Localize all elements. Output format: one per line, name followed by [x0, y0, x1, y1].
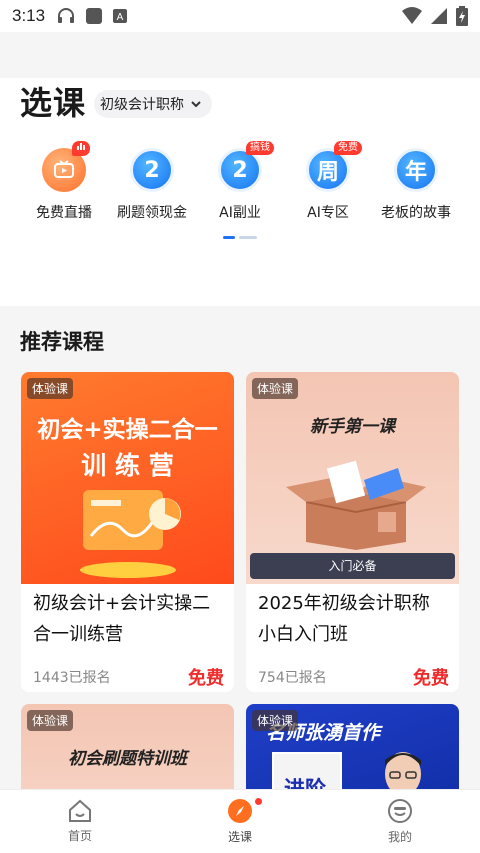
status-bar: 3:13 A: [0, 0, 480, 32]
tab-profile[interactable]: 我的: [320, 790, 480, 853]
tab-label: 选课: [227, 830, 252, 844]
quick-link-label: 老板的故事: [381, 205, 451, 221]
header-area: 选课 初级会计职称 免费直播 2 刷题领现金 2 搞钱 AI副业 周 免费 AI…: [0, 78, 480, 306]
level-selector[interactable]: 初级会计职称: [94, 90, 213, 118]
home-icon: [69, 799, 91, 822]
chart-illustration-icon: [80, 490, 181, 578]
quick-link-badge: 搞钱: [246, 141, 274, 155]
thumbnail-text: 初会+实操二合一: [37, 417, 218, 443]
thumbnail-text: 新手第一课: [310, 417, 395, 437]
live-badge-icon: [72, 141, 90, 156]
enrolled-count: 754已报名: [258, 670, 327, 686]
trial-tag: 体验课: [27, 378, 74, 399]
carousel-indicator: [20, 236, 460, 239]
battery-icon: [456, 6, 468, 26]
gift-box-illustration-icon: [286, 460, 426, 550]
carousel-dot: [239, 236, 257, 239]
course-thumbnail: 体验课 初会+实操二合一 训 练 营: [21, 372, 234, 584]
quick-link-ai-sideline[interactable]: 2 搞钱 AI副业: [196, 141, 284, 222]
quick-link-label: 免费直播: [36, 205, 92, 221]
course-thumbnail: 体验课 新手第一课 入门必备: [246, 372, 459, 584]
course-card[interactable]: 体验课 新手第一课 入门必备 2025年初级会计职称 小白入门班 754已报名 …: [246, 372, 459, 692]
number-2-icon: 2: [130, 148, 174, 192]
quick-link-label: AI专区: [307, 205, 349, 221]
level-selector-label: 初级会计职称: [100, 97, 185, 113]
course-price: 免费: [188, 668, 224, 689]
enrolled-count: 1443已报名: [33, 670, 111, 686]
course-grid: 体验课 初会+实操二合一 训 练 营 初级会计+会计实操二合一训练营 1443已…: [0, 372, 480, 853]
font-a-icon: A: [113, 9, 128, 23]
thumbnail-text: 初会刷题特训班: [68, 749, 187, 769]
profile-icon: [388, 799, 412, 823]
page-title: 选课: [20, 84, 87, 122]
course-price: 免费: [413, 668, 449, 689]
trial-tag: 体验课: [252, 378, 299, 399]
compass-icon: [228, 799, 252, 823]
wifi-icon: [402, 7, 422, 24]
quick-links: 免费直播 2 刷题领现金 2 搞钱 AI副业 周 免费 AI专区 年 老板的故事: [20, 141, 460, 222]
tab-courses[interactable]: 选课: [160, 790, 320, 853]
quick-link-label: AI副业: [219, 205, 261, 221]
trial-tag: 体验课: [252, 710, 299, 731]
chevron-down-icon: [191, 101, 201, 108]
course-title: 初级会计+会计实操二合一训练营: [33, 593, 211, 645]
quick-link-ai-zone[interactable]: 周 免费 AI专区: [284, 141, 372, 222]
tab-label: 我的: [387, 830, 412, 844]
notification-dot: [255, 798, 262, 805]
headset-icon: [58, 8, 75, 23]
quick-link-boss-story[interactable]: 年 老板的故事: [372, 148, 460, 222]
quick-link-label: 刷题领现金: [117, 205, 187, 221]
year-icon: 年: [394, 148, 438, 192]
thumbnail-banner: 入门必备: [250, 553, 455, 579]
quick-link-free-live[interactable]: 免费直播: [20, 141, 108, 222]
carousel-dot-active: [223, 236, 235, 239]
course-card[interactable]: 体验课 初会+实操二合一 训 练 营 初级会计+会计实操二合一训练营 1443已…: [21, 372, 234, 692]
svg-text:A: A: [117, 12, 124, 23]
status-time: 3:13: [12, 6, 46, 25]
bottom-tab-bar: 首页 选课 我的: [0, 789, 480, 853]
tab-label: 首页: [67, 829, 92, 843]
course-title: 2025年初级会计职称 小白入门班: [258, 593, 430, 645]
signal-icon: [431, 8, 447, 24]
quick-link-badge: 免费: [334, 141, 362, 155]
quick-link-practice-cash[interactable]: 2 刷题领现金: [108, 148, 196, 222]
trial-tag: 体验课: [27, 710, 74, 731]
tab-home[interactable]: 首页: [0, 790, 160, 853]
thumbnail-text: 训 练 营: [81, 451, 174, 480]
section-title: 推荐课程: [20, 330, 104, 354]
square-app-icon: [86, 8, 103, 24]
